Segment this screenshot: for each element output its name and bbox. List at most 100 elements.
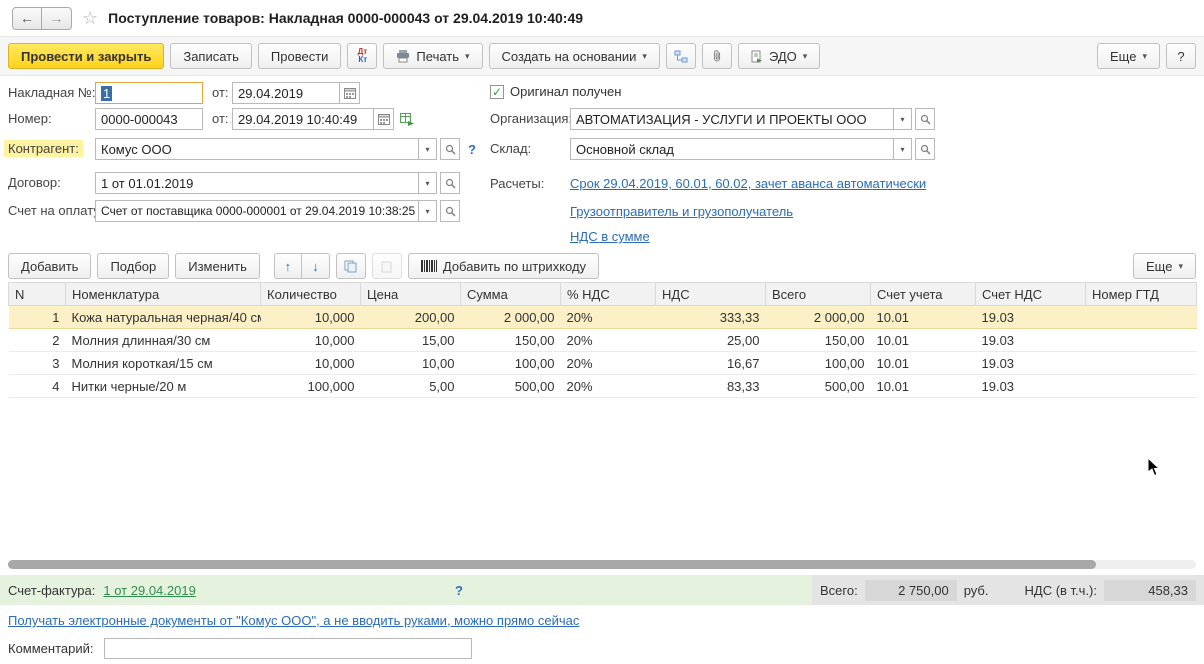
vat-in-total-link[interactable]: НДС в сумме: [570, 229, 650, 244]
settlements-link[interactable]: Срок 29.04.2019, 60.01, 60.02, зачет ава…: [570, 176, 926, 191]
invoice-link[interactable]: 1 от 29.04.2019: [103, 583, 195, 598]
cell-price[interactable]: 5,00: [361, 375, 461, 398]
column-header[interactable]: N: [9, 283, 66, 306]
table-row[interactable]: 3 Молния короткая/15 см 10,000 10,00 100…: [9, 352, 1197, 375]
cell-account[interactable]: 10.01: [871, 352, 976, 375]
post-button[interactable]: Провести: [258, 43, 342, 69]
help-button[interactable]: ?: [1166, 43, 1196, 69]
cell-sum[interactable]: 100,00: [461, 352, 561, 375]
cell-n[interactable]: 1: [9, 306, 66, 329]
cell-gtd[interactable]: [1086, 352, 1197, 375]
cell-quantity[interactable]: 10,000: [261, 306, 361, 329]
cell-vat-account[interactable]: 19.03: [976, 329, 1086, 352]
print-button[interactable]: Печать ▾: [383, 43, 482, 69]
forward-arrow-icon[interactable]: →: [42, 7, 72, 30]
cell-nomenclature[interactable]: Нитки черные/20 м: [66, 375, 261, 398]
edo-button[interactable]: ЭДО ▾: [738, 43, 820, 69]
original-received-checkbox[interactable]: ✓: [490, 85, 504, 99]
edo-suggestion-link[interactable]: Получать электронные документы от "Комус…: [8, 613, 579, 628]
organization-field[interactable]: АВТОМАТИЗАЦИЯ - УСЛУГИ И ПРОЕКТЫ ООО ▾: [570, 108, 912, 130]
back-arrow-icon[interactable]: ←: [12, 7, 42, 30]
cell-total[interactable]: 100,00: [766, 352, 871, 375]
cell-vat[interactable]: 16,67: [656, 352, 766, 375]
counterparty-help-link[interactable]: ?: [468, 142, 476, 157]
warehouse-field[interactable]: Основной склад ▾: [570, 138, 912, 160]
copy-rows-button[interactable]: [336, 253, 366, 279]
chevron-down-icon[interactable]: ▾: [419, 172, 437, 194]
counterparty-open-button[interactable]: [440, 138, 460, 160]
number-input[interactable]: 0000-000043: [95, 108, 203, 130]
column-header[interactable]: Цена: [361, 283, 461, 306]
cell-sum[interactable]: 150,00: [461, 329, 561, 352]
cell-quantity[interactable]: 10,000: [261, 352, 361, 375]
cell-n[interactable]: 2: [9, 329, 66, 352]
organization-open-button[interactable]: [915, 108, 935, 130]
contract-field[interactable]: 1 от 01.01.2019 ▾: [95, 172, 437, 194]
cell-gtd[interactable]: [1086, 306, 1197, 329]
cell-gtd[interactable]: [1086, 375, 1197, 398]
comment-input[interactable]: [104, 638, 472, 659]
cell-vat[interactable]: 83,33: [656, 375, 766, 398]
horizontal-scrollbar[interactable]: [8, 560, 1196, 569]
move-up-button[interactable]: ↑: [274, 253, 302, 279]
warehouse-input[interactable]: Основной склад: [570, 138, 894, 160]
cell-total[interactable]: 500,00: [766, 375, 871, 398]
chevron-down-icon[interactable]: ▾: [894, 138, 912, 160]
column-header[interactable]: Всего: [766, 283, 871, 306]
cell-sum[interactable]: 500,00: [461, 375, 561, 398]
cell-sum[interactable]: 2 000,00: [461, 306, 561, 329]
table-row[interactable]: 2 Молния длинная/30 см 10,000 15,00 150,…: [9, 329, 1197, 352]
calendar-icon[interactable]: [340, 82, 360, 104]
cell-vat-rate[interactable]: 20%: [561, 329, 656, 352]
cell-account[interactable]: 10.01: [871, 306, 976, 329]
chevron-down-icon[interactable]: ▾: [419, 200, 437, 222]
number-date-field[interactable]: 29.04.2019 10:40:49: [232, 108, 394, 130]
payment-invoice-field[interactable]: Счет от поставщика 0000-000001 от 29.04.…: [95, 200, 437, 222]
cell-nomenclature[interactable]: Молния короткая/15 см: [66, 352, 261, 375]
payment-invoice-open-button[interactable]: [440, 200, 460, 222]
column-header[interactable]: НДС: [656, 283, 766, 306]
scrollbar-thumb[interactable]: [8, 560, 1096, 569]
add-row-button[interactable]: Добавить: [8, 253, 91, 279]
warehouse-open-button[interactable]: [915, 138, 935, 160]
invoice-number-input[interactable]: 1: [95, 82, 203, 104]
cell-vat-account[interactable]: 19.03: [976, 352, 1086, 375]
counterparty-field[interactable]: Комус ООО ▾: [95, 138, 437, 160]
chevron-down-icon[interactable]: ▾: [894, 108, 912, 130]
cell-total[interactable]: 2 000,00: [766, 306, 871, 329]
create-based-on-button[interactable]: Создать на основании ▾: [489, 43, 660, 69]
invoice-date-field[interactable]: 29.04.2019: [232, 82, 360, 104]
cell-n[interactable]: 3: [9, 352, 66, 375]
cell-vat-account[interactable]: 19.03: [976, 375, 1086, 398]
favorite-star-icon[interactable]: ☆: [82, 8, 98, 29]
change-items-button[interactable]: Изменить: [175, 253, 260, 279]
number-field[interactable]: 0000-000043: [95, 108, 203, 130]
cell-vat-rate[interactable]: 20%: [561, 375, 656, 398]
calendar-icon[interactable]: [374, 108, 394, 130]
cell-quantity[interactable]: 100,000: [261, 375, 361, 398]
cell-price[interactable]: 15,00: [361, 329, 461, 352]
column-header[interactable]: Сумма: [461, 283, 561, 306]
write-button[interactable]: Записать: [170, 43, 252, 69]
invoice-help-link[interactable]: ?: [455, 583, 463, 598]
column-header[interactable]: Счет учета: [871, 283, 976, 306]
cell-vat-rate[interactable]: 20%: [561, 352, 656, 375]
cell-quantity[interactable]: 10,000: [261, 329, 361, 352]
related-documents-button[interactable]: [666, 43, 696, 69]
cell-vat[interactable]: 25,00: [656, 329, 766, 352]
number-date-input[interactable]: 29.04.2019 10:40:49: [232, 108, 374, 130]
add-by-barcode-button[interactable]: Добавить по штрихкоду: [408, 253, 599, 279]
more-button[interactable]: Еще ▾: [1097, 43, 1160, 69]
column-header[interactable]: Номер ГТД: [1086, 283, 1197, 306]
invoice-date-input[interactable]: 29.04.2019: [232, 82, 340, 104]
payment-invoice-input[interactable]: Счет от поставщика 0000-000001 от 29.04.…: [95, 200, 419, 222]
cell-nomenclature[interactable]: Кожа натуральная черная/40 см: [66, 306, 261, 329]
counterparty-input[interactable]: Комус ООО: [95, 138, 419, 160]
cell-account[interactable]: 10.01: [871, 375, 976, 398]
items-more-button[interactable]: Еще ▾: [1133, 253, 1196, 279]
cell-total[interactable]: 150,00: [766, 329, 871, 352]
cell-account[interactable]: 10.01: [871, 329, 976, 352]
contract-open-button[interactable]: [440, 172, 460, 194]
cell-n[interactable]: 4: [9, 375, 66, 398]
pick-items-button[interactable]: Подбор: [97, 253, 169, 279]
